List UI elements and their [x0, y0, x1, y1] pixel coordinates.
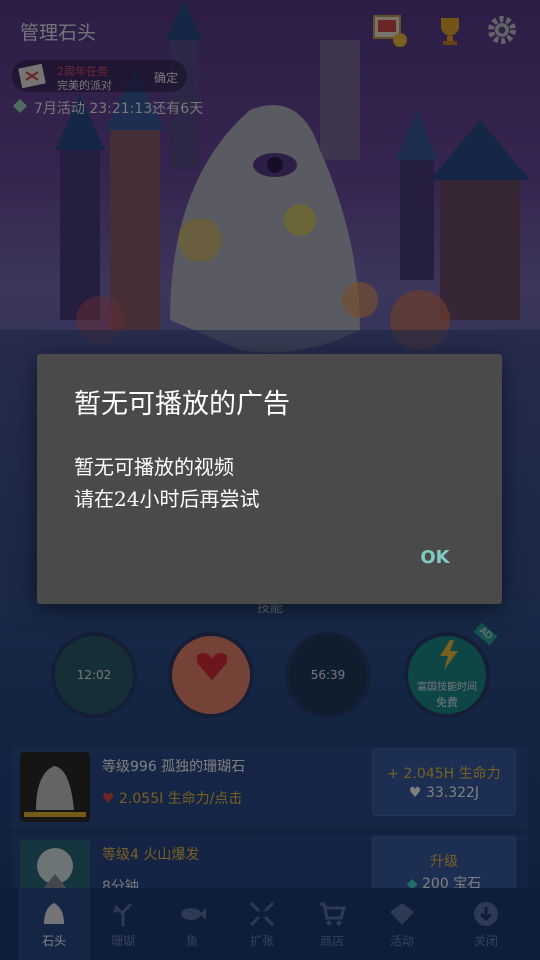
no-ad-dialog: 暂无可播放的广告 暂无可播放的视频 请在24小时后再尝试 OK	[37, 354, 502, 604]
dialog-message-line1: 暂无可播放的视频	[74, 455, 234, 479]
dialog-title: 暂无可播放的广告	[74, 389, 290, 420]
ok-button[interactable]: OK	[405, 538, 465, 578]
dialog-message-line2: 请在24小时后再尝试	[74, 487, 260, 511]
